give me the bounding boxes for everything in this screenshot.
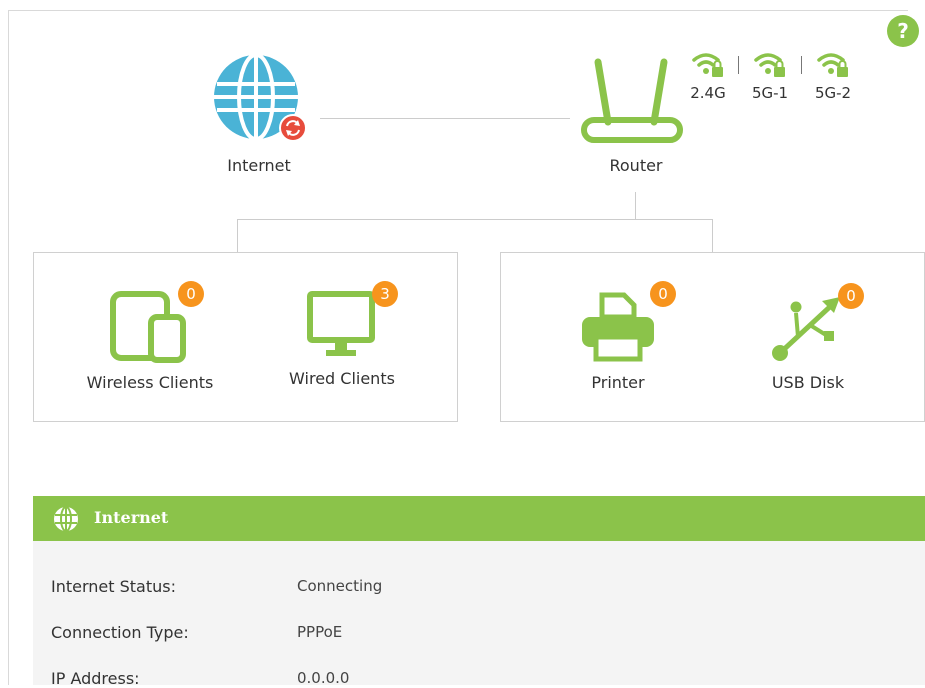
wifi-lock-icon (754, 53, 785, 77)
section-title: Internet (94, 508, 169, 527)
device-label: Printer (591, 373, 645, 392)
ip-address-value: 0.0.0.0 (297, 669, 350, 687)
band-label: 5G-1 (751, 84, 789, 102)
sync-icon (279, 114, 307, 142)
internet-status-label: Internet Status: (51, 577, 176, 596)
printer-count-badge: 0 (650, 281, 676, 307)
tree-connector (635, 192, 636, 219)
ip-address-label: IP Address: (51, 669, 140, 688)
connection-type-value: PPPoE (297, 623, 343, 641)
internet-node[interactable] (211, 52, 311, 147)
band-divider (738, 56, 739, 74)
wifi-lock-icon (817, 53, 848, 77)
band-2-4g[interactable]: 2.4G (686, 50, 730, 102)
wired-clients-device[interactable]: Wired Clients (267, 291, 417, 388)
router-node[interactable] (578, 56, 686, 146)
printer-device[interactable]: Printer (543, 291, 693, 392)
monitor-icon (307, 291, 375, 356)
tablet-phone-icon (110, 291, 186, 363)
band-divider (801, 56, 802, 74)
tree-connector (237, 219, 238, 252)
band-5g-1[interactable]: 5G-1 (748, 50, 792, 102)
wireless-clients-device[interactable]: Wireless Clients (75, 291, 225, 392)
help-button[interactable]: ? (887, 15, 919, 47)
internet-section-header: Internet (33, 496, 925, 541)
tree-connector (712, 219, 713, 252)
internet-status-value: Connecting (297, 577, 383, 595)
frame-top-border (8, 10, 908, 11)
connection-type-label: Connection Type: (51, 623, 189, 642)
internet-section-body: Internet Status: Connecting Connection T… (33, 541, 925, 688)
internet-label: Internet (227, 156, 291, 175)
wired-clients-count-badge: 3 (372, 281, 398, 307)
globe-icon (54, 506, 78, 532)
wifi-lock-icon (692, 53, 723, 77)
band-label: 2.4G (690, 84, 726, 102)
internet-router-link (320, 118, 570, 119)
usb-disk-count-badge: 0 (838, 283, 864, 309)
globe-icon (214, 53, 307, 142)
peripherals-panel: Printer 0 USB Disk 0 (500, 252, 925, 422)
printer-icon (582, 292, 654, 362)
band-label: 5G-2 (814, 84, 852, 102)
device-label: Wired Clients (289, 369, 395, 388)
usb-icon (772, 297, 840, 361)
help-icon: ? (897, 19, 909, 43)
device-label: Wireless Clients (86, 373, 214, 392)
router-icon (581, 58, 683, 143)
usb-disk-device[interactable]: USB Disk (733, 291, 883, 392)
frame-left-border (8, 10, 9, 685)
device-label: USB Disk (771, 373, 845, 392)
band-5g-2[interactable]: 5G-2 (811, 50, 855, 102)
router-label: Router (609, 156, 663, 175)
wireless-clients-count-badge: 0 (178, 281, 204, 307)
tree-connector (237, 219, 713, 220)
clients-panel: Wireless Clients 0 Wired Clients 3 (33, 252, 458, 422)
